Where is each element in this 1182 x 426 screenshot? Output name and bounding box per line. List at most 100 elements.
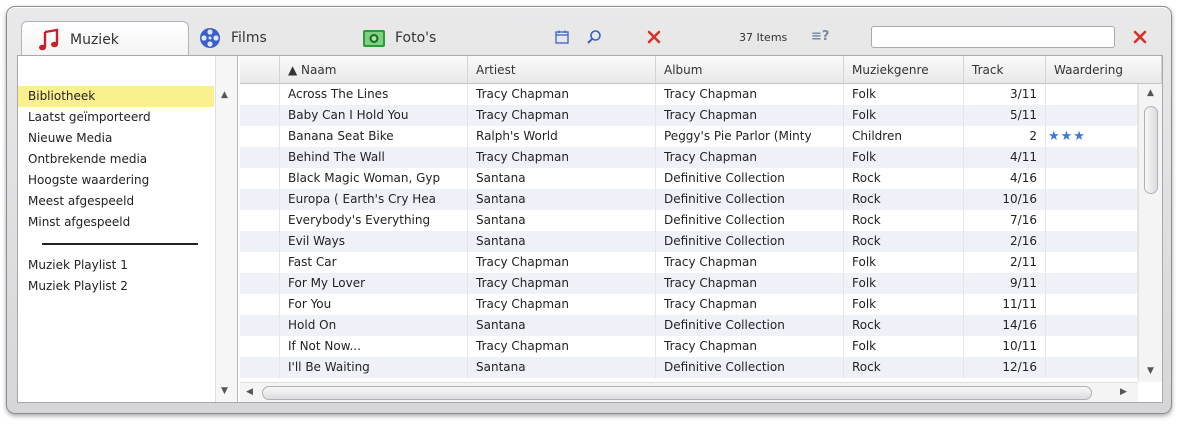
row-spacer xyxy=(240,231,280,252)
sidebar-divider xyxy=(42,243,198,245)
sidebar-item-hoogste-waardering[interactable]: Hoogste waardering xyxy=(18,170,214,191)
table-row[interactable]: Black Magic Woman, Gyp Santana Definitive … xyxy=(240,168,1138,189)
close-icon xyxy=(647,30,661,47)
cell-rating xyxy=(1046,168,1138,189)
cell-genre: Folk xyxy=(844,105,964,126)
table-row[interactable]: Across The Lines Tracy Chapman Tracy Chapm… xyxy=(240,84,1138,105)
table-row[interactable]: Baby Can I Hold You Tracy Chapman Tracy Ch… xyxy=(240,105,1138,126)
cell-genre: Folk xyxy=(844,273,964,294)
table-row[interactable]: Behind The Wall Tracy Chapman Tracy Chapma… xyxy=(240,147,1138,168)
scroll-left-arrow-icon[interactable]: ◀ xyxy=(246,387,253,397)
column-header-track[interactable]: Track xyxy=(964,56,1046,84)
scroll-up-arrow-icon[interactable]: ▲ xyxy=(1147,88,1154,98)
vertical-scrollbar[interactable]: ▲ ▼ xyxy=(1138,84,1162,382)
cell-rating xyxy=(1046,252,1138,273)
table-body: Across The Lines Tracy Chapman Tracy Chapm… xyxy=(240,84,1138,382)
cell-naam: If Not Now... xyxy=(280,336,468,357)
cell-track: 14/16 xyxy=(964,315,1046,336)
table-row[interactable]: Evil Ways Santana Definitive Collection Roc… xyxy=(240,231,1138,252)
cell-artiest: Santana xyxy=(468,210,656,231)
camera-icon xyxy=(361,25,387,51)
cell-artiest: Tracy Chapman xyxy=(468,294,656,315)
clear-search-button[interactable] xyxy=(1129,27,1151,49)
tab-films[interactable]: Films xyxy=(193,21,313,55)
sidebar-item-minst-afgespeeld[interactable]: Minst afgespeeld xyxy=(18,212,214,233)
cell-track: 2 xyxy=(964,126,1046,147)
table-row[interactable]: I'll Be Waiting Santana Definitive Collect… xyxy=(240,357,1138,378)
cell-rating xyxy=(1046,273,1138,294)
cell-rating xyxy=(1046,336,1138,357)
scroll-down-arrow-icon[interactable]: ▼ xyxy=(221,386,228,396)
cell-album: Tracy Chapman xyxy=(656,147,844,168)
cell-track: 3/11 xyxy=(964,84,1046,105)
sidebar-item-playlist-1[interactable]: Muziek Playlist 1 xyxy=(18,255,214,276)
items-count: 37 Items xyxy=(739,31,788,44)
cell-rating xyxy=(1046,294,1138,315)
sidebar-scrollbar[interactable]: ▲ ▼ xyxy=(215,56,237,402)
column-header-artiest[interactable]: Artiest xyxy=(468,56,656,84)
cell-rating xyxy=(1046,210,1138,231)
magnifier-icon xyxy=(586,29,602,48)
row-spacer xyxy=(240,294,280,315)
cell-track: 2/16 xyxy=(964,231,1046,252)
row-spacer xyxy=(240,147,280,168)
sidebar-item-meest-afgespeeld[interactable]: Meest afgespeeld xyxy=(18,191,214,212)
sidebar-item-bibliotheek[interactable]: Bibliotheek xyxy=(18,86,214,107)
horizontal-scrollbar[interactable]: ◀ ▶ xyxy=(240,382,1138,402)
scroll-up-arrow-icon[interactable]: ▲ xyxy=(221,90,228,100)
scroll-down-arrow-icon[interactable]: ▼ xyxy=(1147,366,1154,376)
scroll-thumb[interactable] xyxy=(1144,106,1158,194)
tab-label: Muziek xyxy=(70,31,119,48)
cell-rating xyxy=(1046,357,1138,378)
cell-genre: Rock xyxy=(844,231,964,252)
sidebar-item-laatst-geimporteerd[interactable]: Laatst geïmporteerd xyxy=(18,107,214,128)
column-header-naam[interactable]: ▲ Naam xyxy=(280,56,468,84)
row-spacer xyxy=(240,168,280,189)
search-button[interactable] xyxy=(583,27,605,49)
cell-naam: Hold On xyxy=(280,315,468,336)
cell-artiest: Santana xyxy=(468,189,656,210)
sidebar-item-nieuwe-media[interactable]: Nieuwe Media xyxy=(18,128,214,149)
cell-naam: Banana Seat Bike xyxy=(280,126,468,147)
calendar-button[interactable] xyxy=(551,27,573,49)
cell-genre: Folk xyxy=(844,84,964,105)
table-row[interactable]: Hold On Santana Definitive Collection Rock 1… xyxy=(240,315,1138,336)
table-row[interactable]: For My Lover Tracy Chapman Tracy Chapman Fo… xyxy=(240,273,1138,294)
scroll-right-arrow-icon[interactable]: ▶ xyxy=(1120,387,1127,397)
row-spacer xyxy=(240,126,280,147)
sidebar-item-ontbrekende-media[interactable]: Ontbrekende media xyxy=(18,149,214,170)
column-header-waardering[interactable]: Waardering xyxy=(1046,56,1162,84)
column-header-album[interactable]: Album xyxy=(656,56,844,84)
cell-naam: Behind The Wall xyxy=(280,147,468,168)
tab-muziek[interactable]: Muziek xyxy=(21,21,189,57)
filter-icon[interactable]: ≡? xyxy=(811,29,829,44)
delete-button[interactable] xyxy=(643,27,665,49)
column-header-muziekgenre[interactable]: Muziekgenre xyxy=(844,56,964,84)
table-row[interactable]: Everybody's Everything Santana Definitive … xyxy=(240,210,1138,231)
search-input[interactable] xyxy=(871,26,1115,48)
table-row[interactable]: Banana Seat Bike Ralph's World Peggy's Pie… xyxy=(240,126,1138,147)
table-header: ▲ Naam Artiest Album Muziekgenre Track W… xyxy=(240,56,1162,84)
sidebar: Bibliotheek Laatst geïmporteerd Nieuwe M… xyxy=(18,56,238,402)
cell-album: Definitive Collection xyxy=(656,231,844,252)
cell-genre: Rock xyxy=(844,315,964,336)
row-spacer xyxy=(240,315,280,336)
row-spacer xyxy=(240,189,280,210)
table-row[interactable]: If Not Now... Tracy Chapman Tracy Chapman F… xyxy=(240,336,1138,357)
calendar-icon xyxy=(554,29,570,48)
cell-track: 2/11 xyxy=(964,252,1046,273)
cell-rating: ★★★ xyxy=(1046,126,1138,147)
table-row[interactable]: Europa ( Earth's Cry Hea Santana Definitiv… xyxy=(240,189,1138,210)
sidebar-list: Bibliotheek Laatst geïmporteerd Nieuwe M… xyxy=(18,86,214,297)
row-spacer xyxy=(240,273,280,294)
cell-artiest: Santana xyxy=(468,357,656,378)
scroll-thumb[interactable] xyxy=(262,386,1092,400)
table-row[interactable]: For You Tracy Chapman Tracy Chapman Folk 11/… xyxy=(240,294,1138,315)
cell-artiest: Tracy Chapman xyxy=(468,105,656,126)
tab-fotos[interactable]: Foto's xyxy=(357,21,487,55)
cell-artiest: Santana xyxy=(468,315,656,336)
cell-album: Definitive Collection xyxy=(656,210,844,231)
table-row[interactable]: Fast Car Tracy Chapman Tracy Chapman Folk 2/… xyxy=(240,252,1138,273)
sidebar-item-playlist-2[interactable]: Muziek Playlist 2 xyxy=(18,276,214,297)
cell-track: 9/11 xyxy=(964,273,1046,294)
